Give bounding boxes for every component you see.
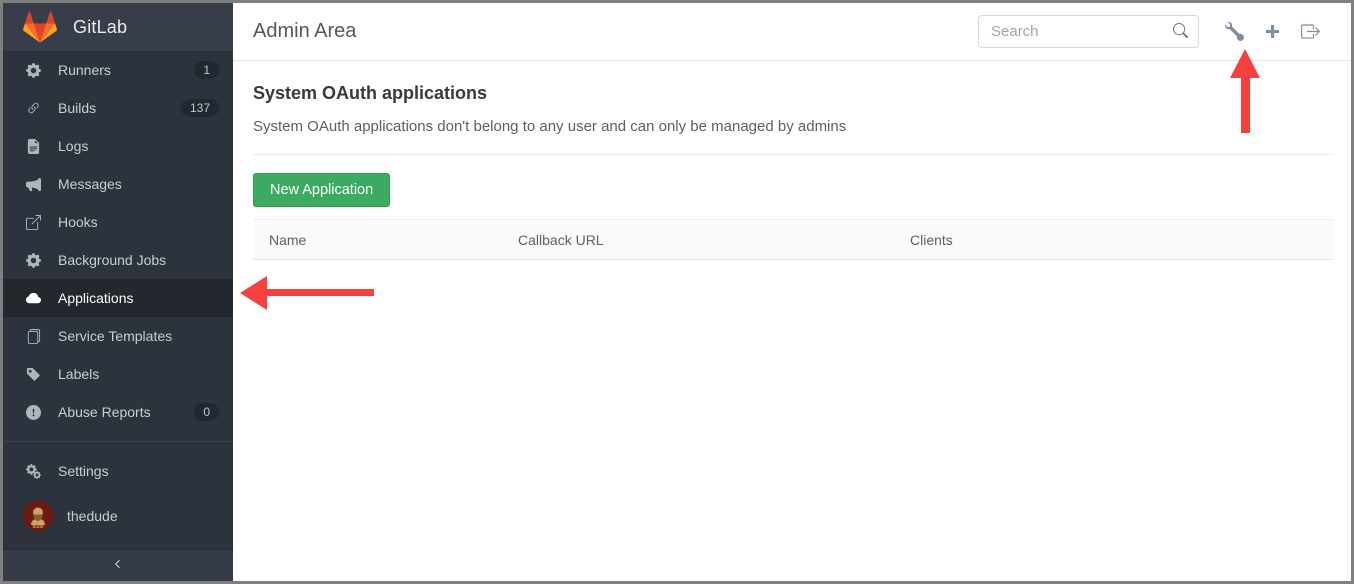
svg-text:dude: dude [32,524,43,530]
column-header-clients: Clients [894,232,1334,248]
main-panel: Admin Area System OAuth applications Sys… [233,3,1351,581]
chevron-left-icon [112,557,124,575]
gitlab-logo-link[interactable]: GitLab [3,3,233,51]
tag-icon [25,366,41,382]
sidebar-item-logs[interactable]: Logs [3,127,233,165]
new-application-button[interactable]: New Application [253,173,390,207]
link-icon [25,100,41,116]
sidebar-item-label: Builds [58,100,181,116]
admin-nav: Runners 1 Builds 137 Logs Me [3,51,233,542]
annotation-arrow-up-head [1230,49,1260,78]
sidebar-item-label: Background Jobs [58,252,219,268]
annotation-arrow-up-shaft [1241,76,1250,133]
search-input[interactable] [978,15,1199,48]
oauth-applications-table: Name Callback URL Clients [253,219,1334,260]
sidebar-item-runners[interactable]: Runners 1 [3,51,233,89]
gitlab-admin-window: GitLab Runners 1 Builds 137 [3,3,1351,581]
column-header-callback-url: Callback URL [502,232,894,248]
table-header-row: Name Callback URL Clients [253,220,1334,260]
sidebar-divider [3,441,233,442]
username-label: thedude [67,508,118,524]
sidebar-item-builds[interactable]: Builds 137 [3,89,233,127]
gitlab-tanuki-icon [23,11,57,43]
new-plus-icon[interactable] [1253,13,1291,51]
gear-icon [25,252,41,268]
file-icon [25,138,41,154]
content-area: System OAuth applications System OAuth a… [233,61,1351,260]
sign-out-icon[interactable] [1291,13,1329,51]
alert-circle-icon [25,404,41,420]
section-heading: System OAuth applications [253,83,1334,104]
sidebar-item-label: Hooks [58,214,219,230]
sidebar-item-label: Labels [58,366,219,382]
gitlab-logo-text: GitLab [73,17,127,38]
sidebar-item-service-templates[interactable]: Service Templates [3,317,233,355]
sidebar-item-profile[interactable]: dude thedude [3,490,233,542]
admin-wrench-icon[interactable] [1215,13,1253,51]
column-header-name: Name [253,232,502,248]
sidebar-item-label: Runners [58,62,194,78]
admin-sidebar: GitLab Runners 1 Builds 137 [3,3,233,581]
sidebar-item-applications[interactable]: Applications [3,279,233,317]
sidebar-item-messages[interactable]: Messages [3,165,233,203]
top-header: Admin Area [233,3,1351,61]
page-title: Admin Area [253,20,356,43]
avatar: dude [23,501,53,531]
sidebar-item-settings[interactable]: Settings [3,452,233,490]
sidebar-item-label: Abuse Reports [58,404,194,420]
cloud-icon [25,290,41,306]
annotation-arrow-left-head [240,276,267,310]
sidebar-item-hooks[interactable]: Hooks [3,203,233,241]
section-description: System OAuth applications don't belong t… [253,118,1334,135]
sidebar-collapse-toggle[interactable] [3,549,233,581]
copy-icon [25,328,41,344]
sidebar-item-label: Service Templates [58,328,219,344]
megaphone-icon [25,176,41,192]
sidebar-item-background-jobs[interactable]: Background Jobs [3,241,233,279]
gear-icon [25,62,41,78]
builds-count-badge: 137 [181,99,219,117]
sidebar-item-label: Applications [58,290,219,306]
external-link-icon [25,214,41,230]
sidebar-item-labels[interactable]: Labels [3,355,233,393]
sidebar-item-label: Logs [58,138,219,154]
abuse-reports-count-badge: 0 [194,403,219,421]
runners-count-badge: 1 [194,61,219,79]
gears-icon [25,463,41,479]
section-divider [253,154,1334,155]
annotation-arrow-left-shaft [264,289,374,296]
sidebar-item-label: Messages [58,176,219,192]
sidebar-item-abuse-reports[interactable]: Abuse Reports 0 [3,393,233,431]
sidebar-item-label: Settings [58,463,219,479]
search-box [978,15,1199,48]
